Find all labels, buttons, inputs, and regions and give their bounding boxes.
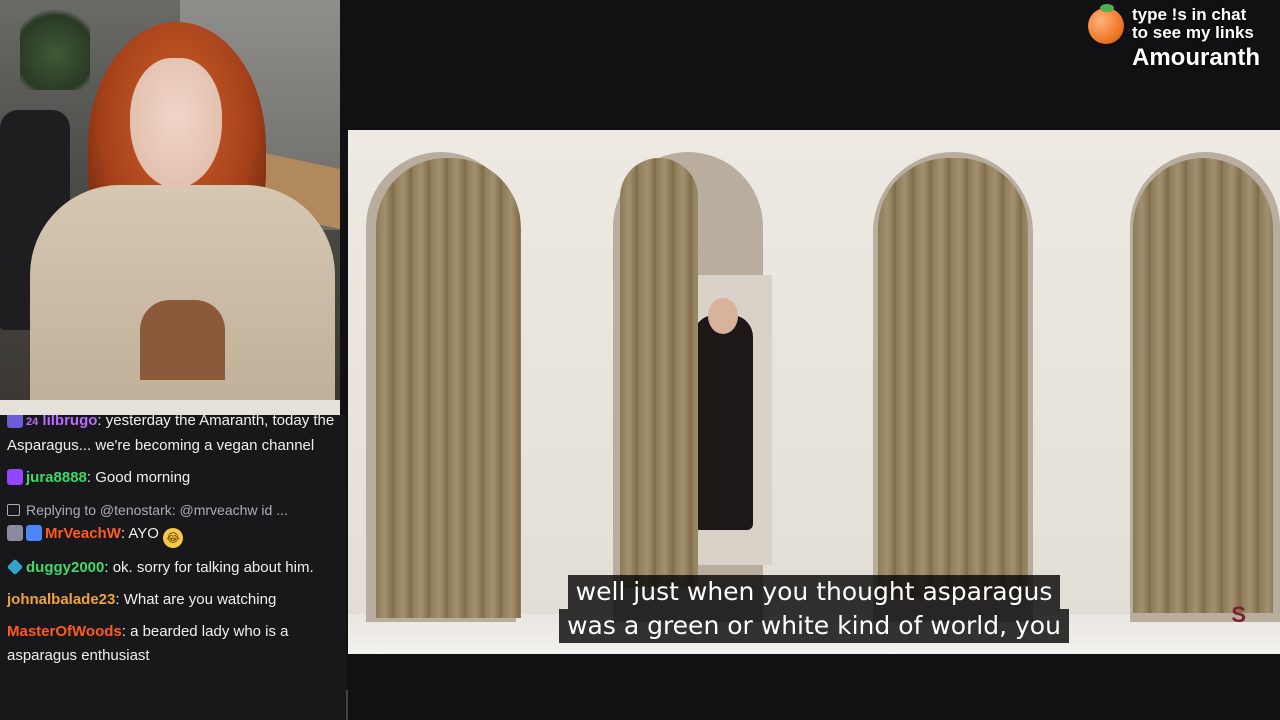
gift-badge-icon <box>26 525 42 541</box>
reply-text: Replying to @tenostark: @mrveachw id ... <box>26 502 288 518</box>
peach-icon <box>1088 8 1124 44</box>
chat-panel[interactable]: 24 lilbrugo: yesterday the Amaranth, tod… <box>0 415 346 720</box>
cta-line-2: to see my links <box>1132 23 1254 42</box>
chat-message: MrVeachW: AYO 😂 <box>0 522 346 548</box>
links-cta: type !s in chat to see my links <box>1132 6 1260 42</box>
woman-in-black-dress <box>693 315 753 530</box>
chat-message: johnalbalade23: What are you watching <box>0 588 346 612</box>
chat-username[interactable]: duggy2000 <box>26 559 104 576</box>
stream-overlay: type !s in chat to see my links Amourant… <box>1088 4 1260 72</box>
chat-username[interactable]: MrVeachW <box>45 525 121 542</box>
chat-username[interactable]: johnalbalade23 <box>7 591 115 608</box>
webcam-plant <box>20 0 90 90</box>
subtitle-line-2: was a green or white kind of world, you <box>559 609 1069 643</box>
chat-username[interactable]: MasterOfWoods <box>7 623 122 640</box>
reply-icon <box>7 504 20 516</box>
chat-message: duggy2000: ok. sorry for talking about h… <box>0 556 346 580</box>
chat-username[interactable]: lilbrugo <box>42 415 97 429</box>
curtain-3 <box>878 158 1028 598</box>
chat-message: jura8888: Good morning <box>0 466 346 490</box>
woman-head <box>708 298 738 334</box>
webcam-feed <box>0 0 340 415</box>
diamond-badge-icon <box>6 558 24 576</box>
chat-text: : Good morning <box>86 469 191 486</box>
chat-message: MasterOfWoods: a bearded lady who is a a… <box>0 620 346 668</box>
chat-text: : ok. sorry for talking about him. <box>104 559 314 576</box>
subscriber-badge-icon <box>7 415 23 428</box>
ghost-badge-icon <box>7 525 23 541</box>
chat-scrollbar[interactable] <box>346 690 348 720</box>
laughing-emote-icon: 😂 <box>163 528 184 548</box>
peach-leaf-icon <box>1100 4 1114 12</box>
reply-context[interactable]: Replying to @tenostark: @mrveachw id ... <box>0 498 346 522</box>
subtitle-line-1: well just when you thought asparagus <box>567 575 1061 609</box>
curtain-1 <box>376 158 521 618</box>
chat-message: 24 lilbrugo: yesterday the Amaranth, tod… <box>0 415 346 458</box>
prime-badge-icon <box>7 469 23 485</box>
streamer-top <box>140 300 225 380</box>
curtain-2 <box>620 158 698 588</box>
webcam-desk <box>0 400 340 415</box>
chat-text: : What are you watching <box>115 591 277 608</box>
chat-username[interactable]: jura8888 <box>26 469 87 486</box>
chat-text: : AYO <box>120 525 159 542</box>
streamer-name: Amouranth <box>1132 44 1260 71</box>
subtitles: well just when you thought asparagus was… <box>348 575 1280 643</box>
streamer-face <box>130 58 222 188</box>
cta-line-1: type !s in chat <box>1132 5 1247 24</box>
curtain-4 <box>1133 158 1273 613</box>
